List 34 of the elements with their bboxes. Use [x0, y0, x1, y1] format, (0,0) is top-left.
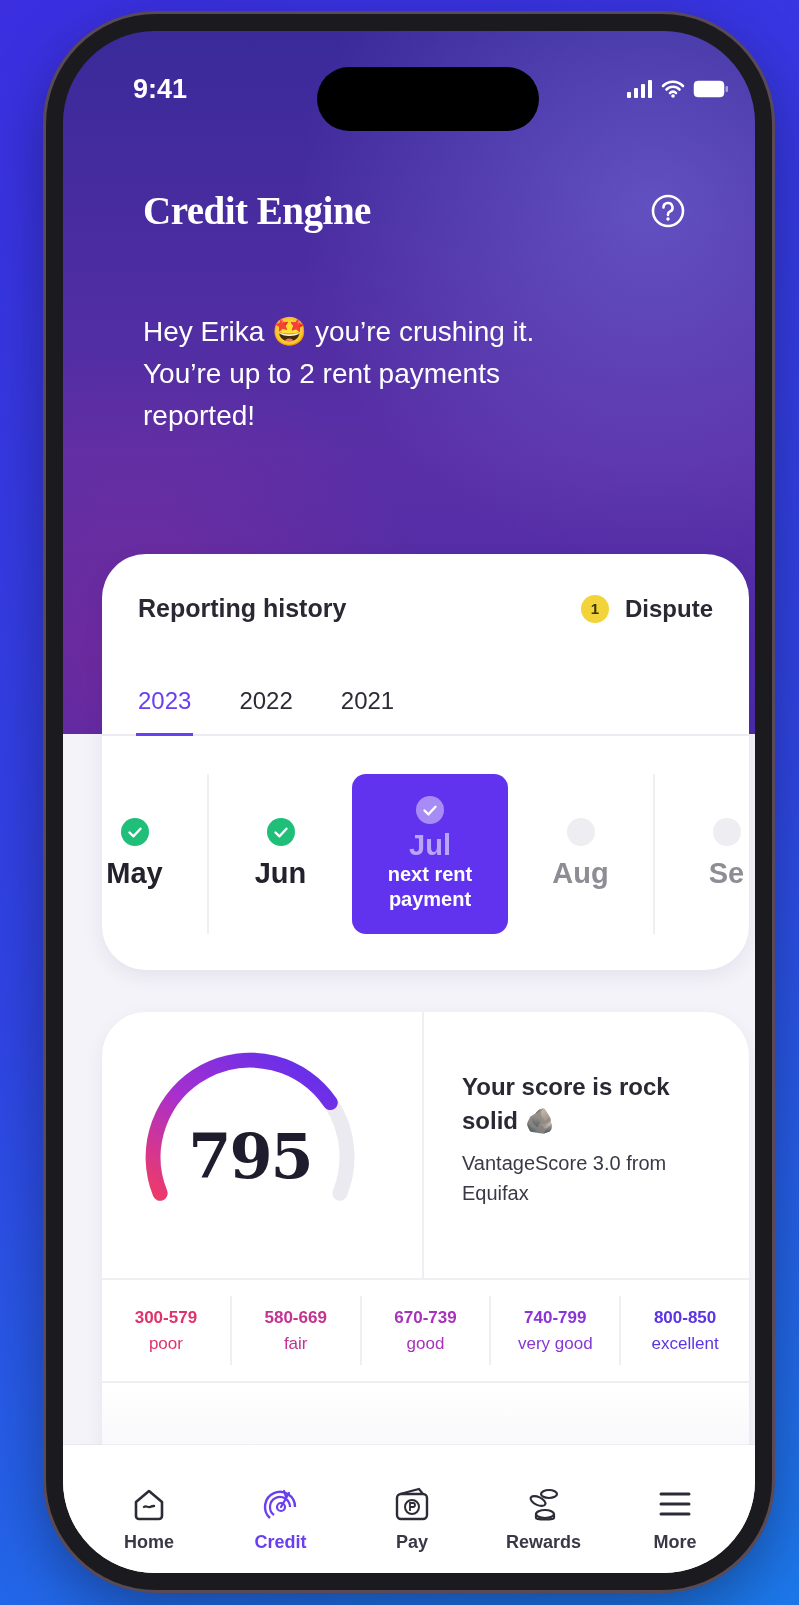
score-range: 670-739 [394, 1307, 457, 1329]
month-item[interactable]: Jun [209, 774, 352, 934]
range-label: good [406, 1332, 445, 1355]
range-label: excellent [651, 1332, 719, 1355]
count-badge: 1 [581, 595, 609, 623]
nav-tab[interactable]: More [625, 1467, 725, 1573]
card-title: Reporting history [138, 593, 347, 625]
score-range: 300-579 [134, 1307, 198, 1329]
battery-icon [693, 80, 729, 98]
score-range: 740-799 [524, 1307, 587, 1329]
score-value: 795 [188, 1119, 312, 1195]
range-label: fair [283, 1332, 308, 1355]
nav-tab[interactable]: Home [99, 1467, 199, 1573]
score-headline: Your score is rock solid 🪨 [462, 1072, 671, 1136]
nav-tab[interactable]: Pay [362, 1467, 462, 1573]
help-icon[interactable] [651, 194, 685, 228]
year-tab[interactable]: 2023 [136, 677, 194, 736]
score-source: VantageScore 3.0 from Equifax [462, 1151, 668, 1206]
signal-icon [627, 80, 653, 98]
greeting-text: Hey Erika 🤩 you’re crushing it. You’re up to 2 rent payments reported! [143, 315, 536, 433]
dispute-link[interactable]: Dispute [625, 591, 713, 627]
nav-tab[interactable]: Credit [230, 1467, 331, 1573]
month-item[interactable]: May [102, 774, 207, 934]
month-item[interactable]: Jul next rent payment [352, 774, 508, 934]
range-label: poor [148, 1332, 183, 1355]
status-time: 9:41 [133, 72, 188, 106]
wifi-icon [661, 80, 685, 98]
year-tab[interactable]: 2021 [338, 677, 397, 736]
year-tab[interactable]: 2022 [237, 677, 295, 736]
score-range: 800-850 [653, 1307, 717, 1329]
nav-tab[interactable]: Rewards [493, 1467, 594, 1573]
range-label: very good [517, 1332, 593, 1355]
score-range: 580-669 [264, 1307, 327, 1329]
app-title: Credit Engine [143, 187, 371, 235]
